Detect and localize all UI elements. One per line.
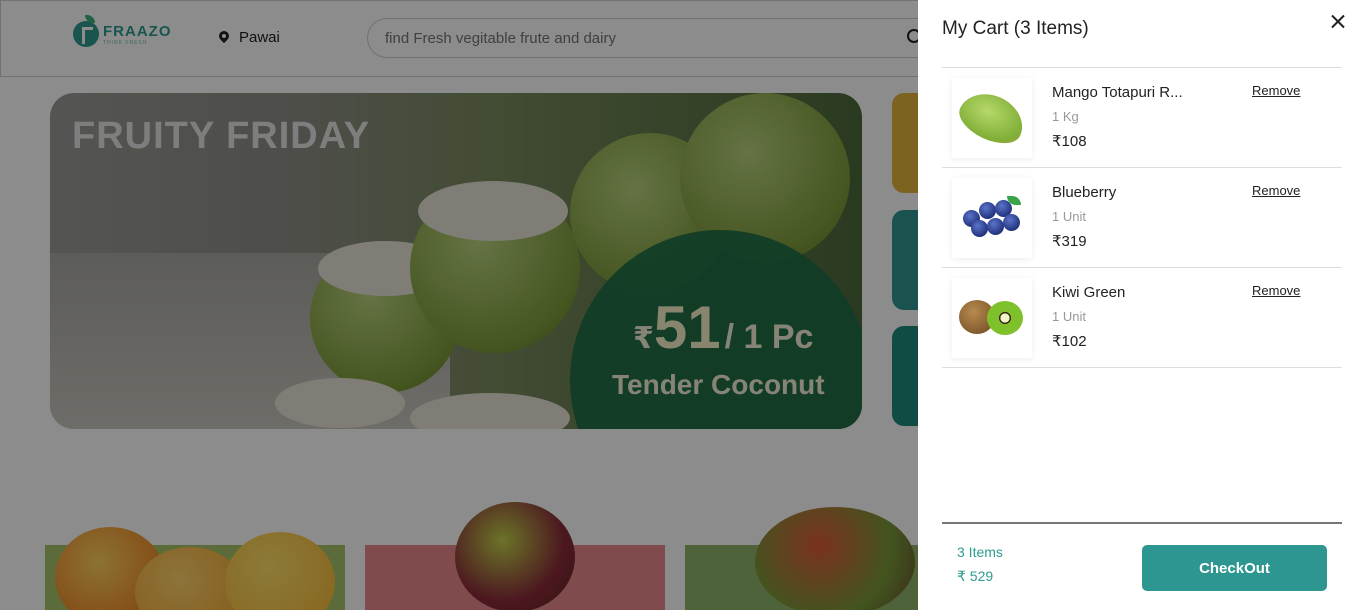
- mango-icon[interactable]: [952, 78, 1032, 158]
- item-name[interactable]: Kiwi Green: [1052, 284, 1202, 301]
- remove-button[interactable]: Remove: [1252, 283, 1300, 298]
- item-quantity: 1 Unit: [1052, 209, 1086, 224]
- modal-backdrop[interactable]: [0, 0, 918, 610]
- divider: [942, 522, 1342, 524]
- cart-items-list: Mango Totapuri R... 1 Kg ₹108 Remove Blu…: [942, 67, 1342, 368]
- cart-item: Blueberry 1 Unit ₹319 Remove: [942, 168, 1342, 268]
- item-price: ₹102: [1052, 333, 1087, 350]
- remove-button[interactable]: Remove: [1252, 183, 1300, 198]
- item-name[interactable]: Mango Totapuri R...: [1052, 84, 1202, 101]
- remove-button[interactable]: Remove: [1252, 83, 1300, 98]
- cart-item-count: 3 Items: [957, 544, 1003, 560]
- item-quantity: 1 Kg: [1052, 109, 1079, 124]
- cart-title: My Cart (3 Items): [942, 18, 1089, 39]
- item-price: ₹319: [1052, 233, 1087, 250]
- close-icon[interactable]: [1328, 12, 1348, 32]
- kiwi-icon[interactable]: [952, 278, 1032, 358]
- blueberry-icon[interactable]: [952, 178, 1032, 258]
- item-quantity: 1 Unit: [1052, 309, 1086, 324]
- cart-drawer: My Cart (3 Items) Mango Totapuri R... 1 …: [918, 0, 1366, 610]
- cart-item: Kiwi Green 1 Unit ₹102 Remove: [942, 268, 1342, 368]
- item-price: ₹108: [1052, 133, 1087, 150]
- cart-item: Mango Totapuri R... 1 Kg ₹108 Remove: [942, 68, 1342, 168]
- checkout-button[interactable]: CheckOut: [1142, 545, 1327, 591]
- item-name[interactable]: Blueberry: [1052, 184, 1202, 201]
- cart-total: ₹ 529: [957, 568, 994, 584]
